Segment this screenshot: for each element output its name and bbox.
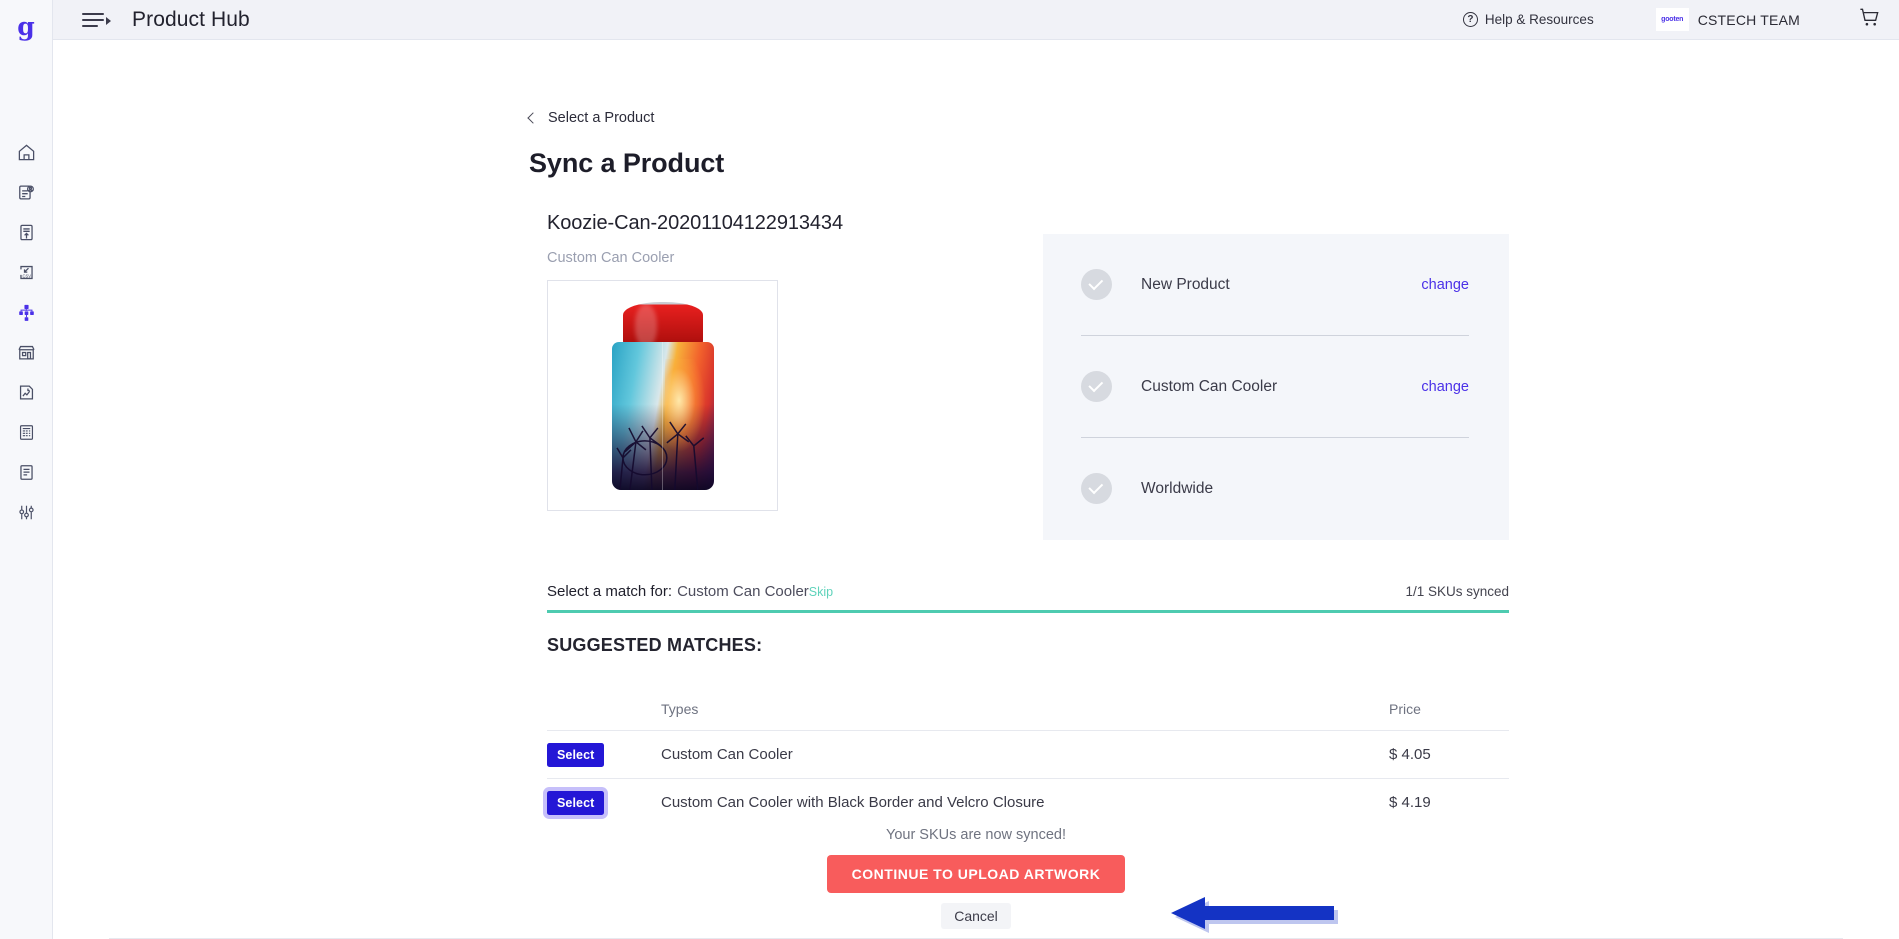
app-root: g CSV Product Hub ? Help & Resources goo… [0,0,1899,939]
match-progress-bar [547,610,1509,613]
product-sku: Koozie-Can-20201104122913434 [547,212,843,234]
check-circle-icon [1081,269,1112,300]
help-label: Help & Resources [1484,12,1594,27]
top-bar: Product Hub ? Help & Resources gooten CS… [53,0,1899,40]
sidebar-item-billing[interactable] [6,412,46,452]
home-icon [17,143,36,162]
back-to-select-a-product[interactable]: Select a Product [527,110,655,126]
koozie-sleeve-artwork [611,341,714,490]
csv-import-icon: CSV [17,263,36,282]
summary-step-new-product: New Product change [1043,234,1509,335]
product-hub-icon [17,303,36,322]
continue-to-upload-artwork-button[interactable]: CONTINUE TO UPLOAD ARTWORK [826,855,1126,893]
chevron-left-icon [527,112,539,124]
row-type: Custom Can Cooler with Black Border and … [661,794,1045,811]
summary-step-label: New Product [1141,275,1230,293]
svg-text:CSV: CSV [22,273,31,278]
main-content: Select a Product Sync a Product Koozie-C… [53,40,1899,939]
brand-logo[interactable]: g [0,6,52,46]
suggested-matches-table: Types Price Select Custom Can Cooler $ 4… [547,688,1509,826]
product-subtitle: Custom Can Cooler [547,250,675,266]
sidebar-item-analytics[interactable] [6,372,46,412]
row-type: Custom Can Cooler [661,746,793,763]
order-document-icon [17,183,36,202]
summary-step-product-type: Custom Can Cooler change [1043,336,1509,437]
back-label: Select a Product [548,110,655,126]
row-action-cell: Select [547,742,661,767]
select-match-bar: Select a match for: Custom Can Cooler Sk… [547,583,1509,613]
billing-icon [17,423,36,442]
artwork-seam [661,341,664,490]
storefront-icon [17,343,36,362]
summary-step-label: Custom Can Cooler [1141,377,1278,395]
sync-success-message: Your SKUs are now synced! [885,827,1066,843]
sliders-icon [17,503,36,522]
sidebar-item-home[interactable] [6,132,46,172]
select-match-line: Select a match for: Custom Can Cooler Sk… [547,583,1509,610]
row-price: $ 4.19 [1389,794,1431,811]
cancel-button[interactable]: Cancel [941,903,1011,929]
document-upload-icon [17,223,36,242]
sync-summary-card: New Product change Custom Can Cooler cha… [1043,234,1509,540]
row-price: $ 4.05 [1389,746,1431,763]
bottom-action-bar: Your SKUs are now synced! CONTINUE TO UP… [53,821,1899,939]
table-row: Select Custom Can Cooler with Black Bord… [547,778,1509,826]
page-title: Product Hub [132,7,250,31]
account-name: CSTECH TEAM [1697,11,1800,28]
select-match-label: Select a match for: [547,583,673,600]
sidebar-item-reports[interactable] [6,452,46,492]
account-menu[interactable]: gooten CSTECH TEAM [1655,8,1800,31]
skip-link[interactable]: Skip [809,585,833,599]
select-match-button[interactable]: Select [547,742,605,767]
sidebar: g CSV [0,0,53,939]
sidebar-items: CSV [6,132,46,532]
analytics-icon [17,383,36,402]
product-thumbnail [547,280,778,511]
sync-product-page: Select a Product Sync a Product Koozie-C… [53,40,1899,939]
report-icon [17,463,36,482]
row-action-cell: Select [547,790,661,815]
sidebar-item-upload-orders[interactable] [6,212,46,252]
column-price: Price [1389,701,1421,717]
change-new-product-link[interactable]: change [1421,277,1469,293]
help-and-resources-button[interactable]: ? Help & Resources [1462,12,1594,27]
sidebar-item-settings[interactable] [6,492,46,532]
cart-button[interactable] [1858,6,1881,34]
sidebar-item-csv-import[interactable]: CSV [6,252,46,292]
custom-can-cooler-image [610,301,716,490]
hamburger-icon[interactable] [82,11,111,29]
gooten-logo-badge: gooten [1655,8,1689,31]
summary-step-region: Worldwide [1043,438,1509,539]
change-product-type-link[interactable]: change [1421,379,1469,395]
select-match-button[interactable]: Select [547,790,605,815]
suggested-matches-title: SUGGESTED MATCHES: [547,635,763,655]
sidebar-item-orders[interactable] [6,172,46,212]
column-types: Types [661,701,699,717]
select-match-value: Custom Can Cooler [677,583,809,600]
top-bar-right: ? Help & Resources gooten CSTECH TEAM [1462,0,1899,40]
shopping-cart-icon [1858,6,1881,34]
skus-synced-count: 1/1 SKUs synced [1405,584,1509,599]
table-row: Select Custom Can Cooler $ 4.05 [547,730,1509,778]
table-header-row: Types Price [547,688,1509,730]
sidebar-item-product-hub[interactable] [6,292,46,332]
sync-a-product-heading: Sync a Product [529,148,725,178]
question-circle-icon: ? [1462,12,1478,27]
brand-logo-letter: g [17,11,35,41]
gooten-logo-text: gooten [1661,16,1684,23]
summary-step-label: Worldwide [1141,479,1214,497]
sidebar-item-storefront[interactable] [6,332,46,372]
check-circle-icon [1081,473,1112,504]
check-circle-icon [1081,371,1112,402]
